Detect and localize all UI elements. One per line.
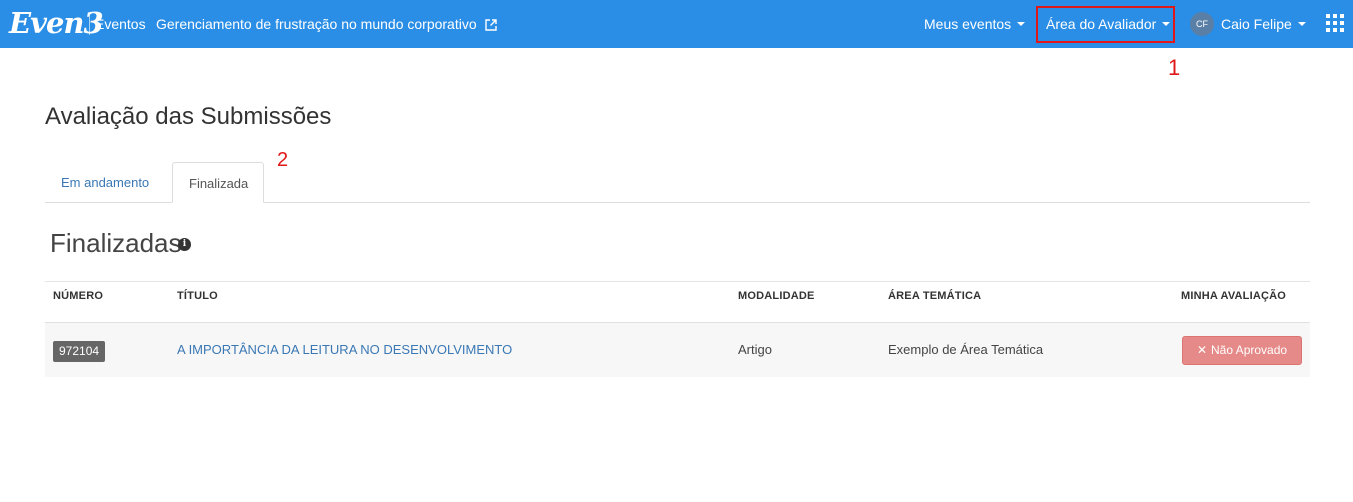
- logo-divider: [89, 13, 90, 35]
- meus-eventos-dropdown[interactable]: Meus eventos: [924, 15, 1026, 33]
- annotation-number-2: 2: [277, 149, 289, 171]
- user-avatar[interactable]: CF: [1190, 12, 1214, 36]
- external-link-icon: [484, 19, 497, 31]
- tab-em-andamento[interactable]: Em andamento: [45, 162, 165, 203]
- header-modalidade: MODALIDADE: [738, 290, 815, 302]
- submission-number-badge: 972104: [53, 341, 106, 362]
- close-icon: ✕: [1196, 343, 1207, 357]
- page-title: Avaliação das Submissões: [45, 103, 332, 130]
- caret-down-icon: [1297, 22, 1306, 26]
- header-minha-avaliacao: MINHA AVALIAÇÃO: [1181, 290, 1287, 302]
- annotation-number-1: 1: [1168, 55, 1181, 80]
- submission-area: Exemplo de Área Temática: [888, 342, 1044, 357]
- status-label: Não Aprovado: [1211, 343, 1288, 357]
- header-titulo: TÍTULO: [177, 290, 218, 302]
- area-avaliador-dropdown[interactable]: Área do Avaliador: [1046, 15, 1171, 33]
- submission-title-link[interactable]: A IMPORTÂNCIA DA LEITURA NO DESENVOLVIME…: [177, 341, 512, 359]
- section-title: Finalizadas: [50, 228, 182, 258]
- submission-modalidade: Artigo: [738, 342, 772, 357]
- top-navbar: Even3 Eventos Gerenciamento de frustraçã…: [0, 0, 1353, 48]
- area-avaliador-label: Área do Avaliador: [1046, 16, 1157, 32]
- brand-subtitle[interactable]: Eventos: [95, 15, 146, 33]
- table-row: 972104 A IMPORTÂNCIA DA LEITURA NO DESEN…: [45, 323, 1310, 377]
- submissions-table: NÚMERO TÍTULO MODALIDADE ÁREA TEMÁTICA M…: [45, 281, 1310, 377]
- meus-eventos-label: Meus eventos: [924, 16, 1012, 32]
- event-title-text: Gerenciamento de frustração no mundo cor…: [156, 16, 477, 32]
- tab-finalizada[interactable]: Finalizada: [172, 162, 264, 203]
- info-icon[interactable]: i: [178, 238, 191, 251]
- caret-down-icon: [1162, 22, 1171, 26]
- event-title-link[interactable]: Gerenciamento de frustração no mundo cor…: [156, 15, 497, 33]
- header-area-tematica: ÁREA TEMÁTICA: [888, 290, 982, 302]
- apps-grid-icon[interactable]: [1326, 14, 1344, 32]
- user-menu-dropdown[interactable]: Caio Felipe: [1221, 15, 1306, 33]
- status-nao-aprovado-button[interactable]: ✕ Não Aprovado: [1182, 336, 1302, 365]
- caret-down-icon: [1017, 22, 1026, 26]
- table-header: NÚMERO TÍTULO MODALIDADE ÁREA TEMÁTICA M…: [45, 281, 1310, 323]
- user-name-label: Caio Felipe: [1221, 16, 1292, 32]
- header-numero: NÚMERO: [53, 290, 104, 302]
